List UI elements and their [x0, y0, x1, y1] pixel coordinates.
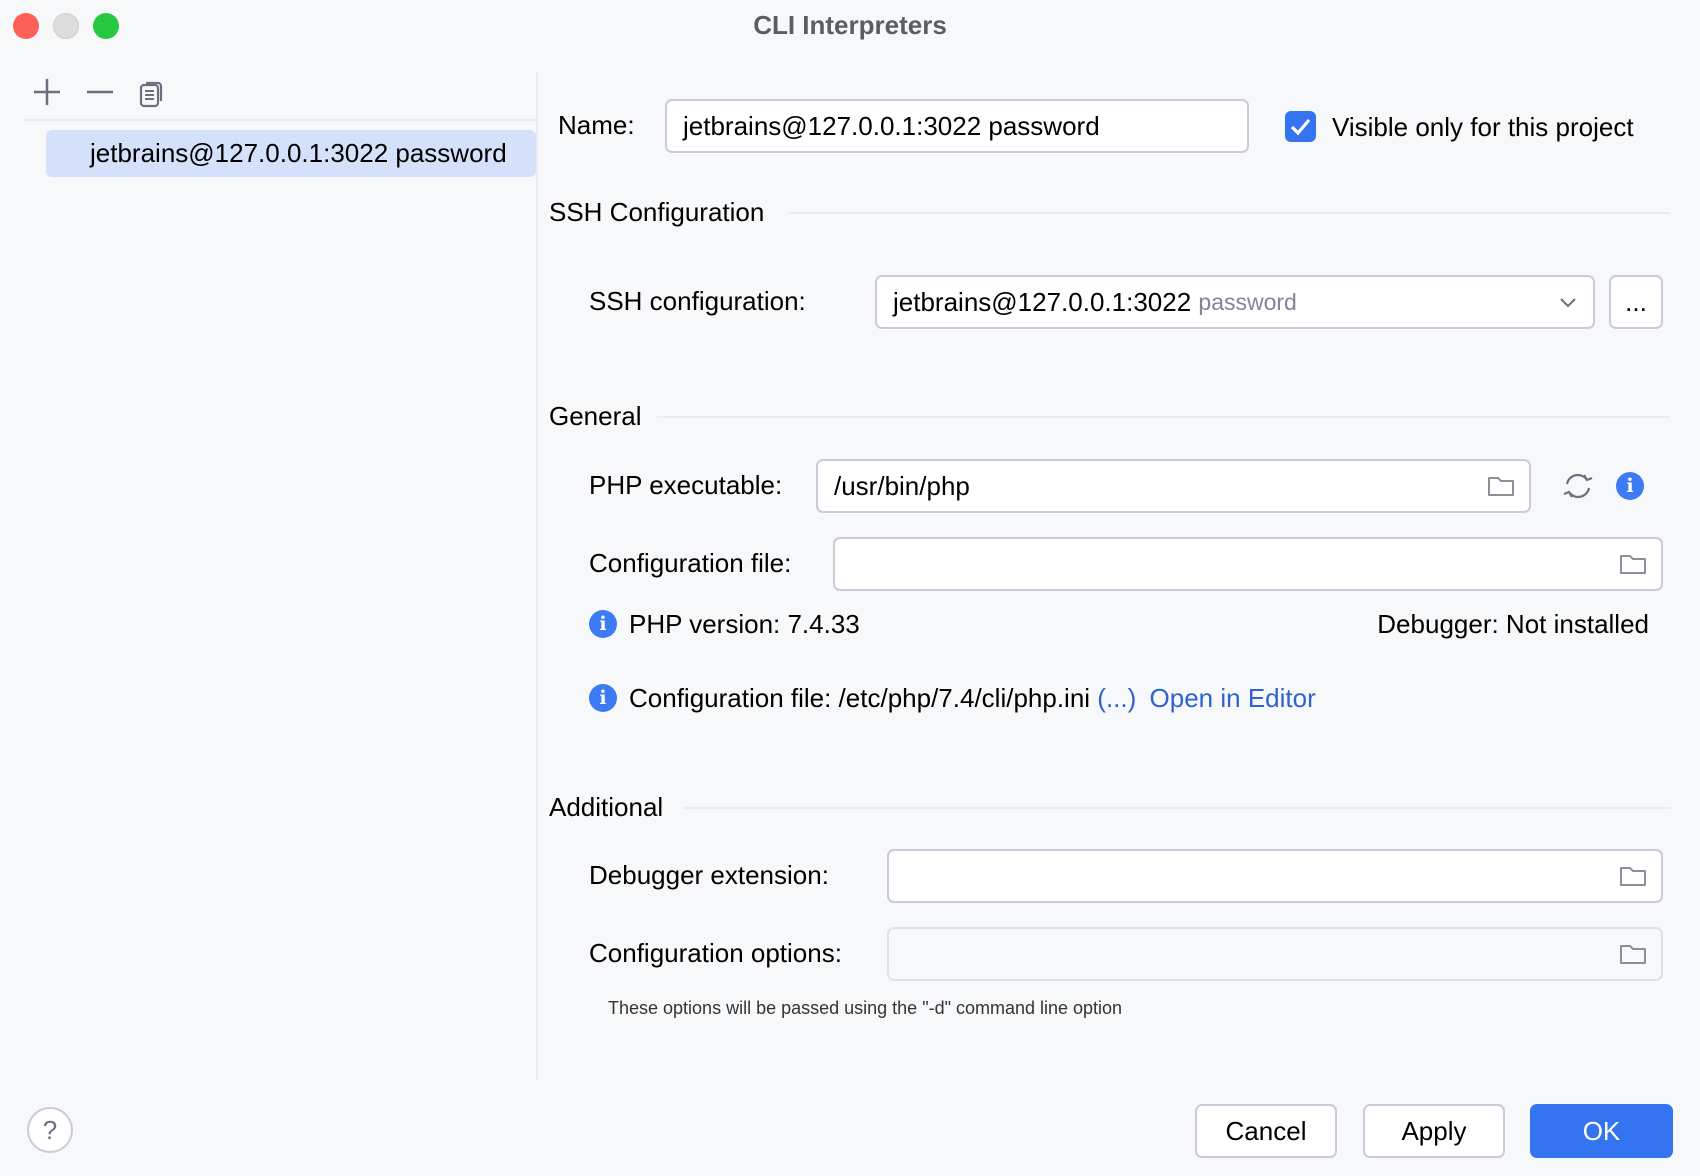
php-version-text: PHP version: 7.4.33: [629, 609, 860, 639]
ok-button[interactable]: OK: [1530, 1104, 1673, 1158]
checkmark-icon: [1285, 111, 1316, 142]
general-section-title: General: [549, 401, 642, 431]
visible-only-checkbox[interactable]: [1285, 111, 1316, 142]
ssh-config-value: jetbrains@127.0.0.1:3022: [893, 287, 1191, 318]
configuration-file-more-link[interactable]: (...): [1097, 683, 1136, 713]
ssh-config-hint: password: [1198, 289, 1296, 316]
debugger-extension-input[interactable]: [887, 849, 1663, 903]
toolbar-divider: [24, 119, 536, 121]
folder-icon[interactable]: [1619, 865, 1647, 887]
folder-icon[interactable]: [1619, 553, 1647, 575]
folder-icon[interactable]: [1487, 475, 1515, 497]
open-in-editor-link[interactable]: Open in Editor: [1150, 683, 1316, 713]
refresh-icon[interactable]: [1562, 471, 1594, 501]
folder-icon[interactable]: [1619, 943, 1647, 965]
ssh-config-label: SSH configuration:: [589, 286, 806, 316]
additional-section-title: Additional: [549, 792, 663, 822]
php-executable-value: /usr/bin/php: [834, 471, 970, 502]
section-divider: [787, 212, 1670, 214]
configuration-options-hint: These options will be passed using the "…: [608, 998, 1122, 1019]
name-label: Name:: [558, 110, 635, 140]
add-icon[interactable]: [32, 77, 62, 113]
window-title: CLI Interpreters: [0, 10, 1700, 41]
apply-button[interactable]: Apply: [1363, 1104, 1505, 1158]
sidebar-item-interpreter[interactable]: jetbrains@127.0.0.1:3022 password: [46, 130, 536, 177]
visible-only-label[interactable]: Visible only for this project: [1332, 112, 1634, 142]
name-input[interactable]: jetbrains@127.0.0.1:3022 password: [665, 99, 1249, 153]
chevron-down-icon: [1559, 297, 1577, 309]
ssh-config-browse-button[interactable]: ...: [1609, 275, 1663, 329]
section-divider: [684, 807, 1670, 809]
configuration-file-info: Configuration file: /etc/php/7.4/cli/php…: [629, 683, 1090, 713]
ssh-section-title: SSH Configuration: [549, 197, 764, 227]
help-button[interactable]: ?: [27, 1107, 73, 1153]
debugger-extension-label: Debugger extension:: [589, 860, 829, 890]
configuration-options-label: Configuration options:: [589, 938, 842, 968]
panel-divider: [536, 73, 538, 1079]
info-icon: i: [589, 684, 617, 712]
php-executable-label: PHP executable:: [589, 470, 782, 500]
info-icon[interactable]: i: [1616, 472, 1644, 500]
php-executable-input[interactable]: /usr/bin/php: [816, 459, 1531, 513]
section-divider: [657, 416, 1670, 418]
copy-icon[interactable]: [139, 80, 165, 114]
configuration-file-input[interactable]: [833, 537, 1663, 591]
remove-icon[interactable]: [85, 77, 115, 113]
configuration-file-label: Configuration file:: [589, 548, 791, 578]
ssh-config-dropdown[interactable]: jetbrains@127.0.0.1:3022 password: [875, 275, 1595, 329]
debugger-status-text: Debugger: Not installed: [1377, 609, 1649, 639]
info-icon: i: [589, 610, 617, 638]
name-input-value: jetbrains@127.0.0.1:3022 password: [683, 111, 1100, 142]
configuration-options-input[interactable]: [887, 927, 1663, 981]
cancel-button[interactable]: Cancel: [1195, 1104, 1337, 1158]
